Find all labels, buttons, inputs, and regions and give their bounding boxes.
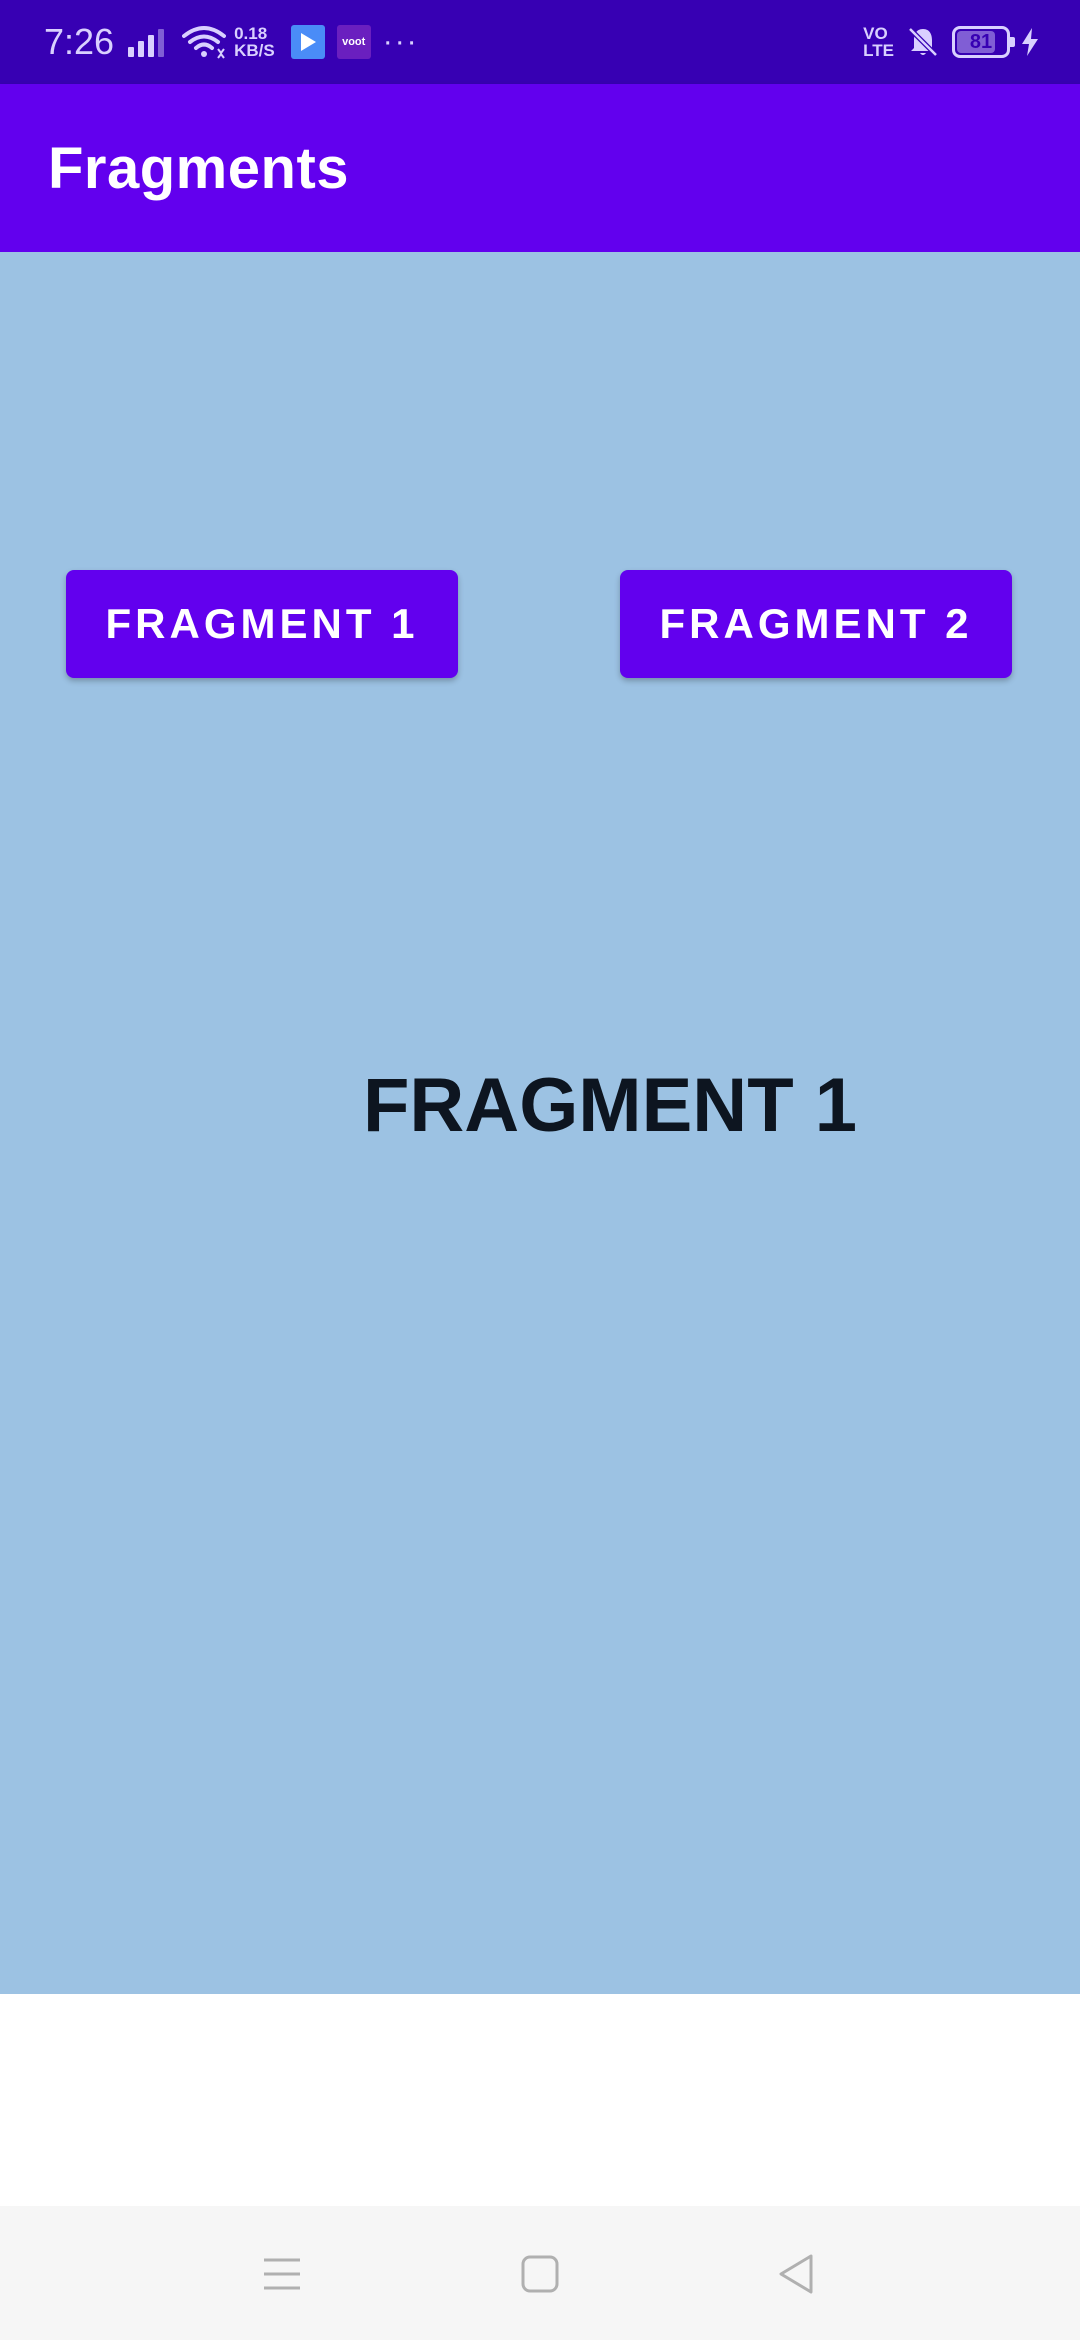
fragment-2-button[interactable]: FRAGMENT 2 [620, 570, 1012, 678]
battery-tip [1010, 37, 1015, 47]
fragment-text: FRAGMENT 1 [363, 1063, 857, 1148]
wifi-icon [182, 26, 227, 59]
status-time: 7:26 [44, 21, 115, 62]
network-speed-value: 0.18 [234, 24, 268, 43]
app-bar: Fragments [0, 84, 1080, 252]
back-triangle-icon[interactable] [766, 2246, 826, 2302]
status-bar-right: VO LTE 81 [863, 25, 1040, 59]
phone-screen: 7:26 0.18 KB/S voot ··· VO LTE 81 Fragme… [0, 0, 1080, 2340]
signal-icon [128, 27, 168, 57]
volte-indicator: VO LTE [863, 25, 894, 59]
bell-off-icon [908, 27, 938, 57]
network-speed-unit: KB/S [234, 41, 275, 60]
charging-bolt-icon [1022, 28, 1038, 56]
more-notifications-icon: ··· [382, 25, 419, 58]
app-title: Fragments [48, 135, 350, 201]
battery-level: 81 [969, 30, 993, 53]
battery-icon: 81 [952, 26, 1015, 58]
volte-bottom: LTE [863, 41, 894, 60]
play-store-icon [290, 25, 325, 59]
voot-app-icon: voot [336, 25, 371, 59]
fragment-1-button[interactable]: FRAGMENT 1 [66, 570, 458, 678]
network-speed: 0.18 KB/S [234, 25, 275, 59]
fragment-container: FRAGMENT 1 FRAGMENT 2 FRAGMENT 1 [0, 252, 1080, 1994]
volte-top: VO [863, 24, 888, 43]
home-square-icon[interactable] [510, 2246, 570, 2302]
navigation-bar [0, 2206, 1080, 2340]
status-bar: 7:26 0.18 KB/S voot ··· VO LTE 81 [0, 0, 1080, 84]
status-bar-left: 7:26 0.18 KB/S voot ··· [44, 21, 419, 63]
menu-icon[interactable] [252, 2246, 312, 2302]
